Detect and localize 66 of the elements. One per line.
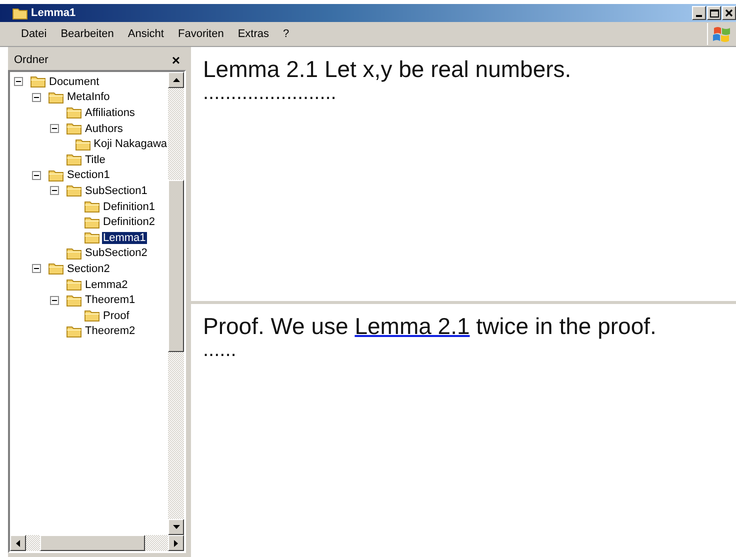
tree-item[interactable]: MetaInfo (66, 91, 111, 104)
menu-item[interactable]: ? (276, 28, 296, 40)
folder-icon (66, 184, 82, 198)
menu-item[interactable]: Ansicht (120, 28, 171, 40)
folder-icon (48, 262, 64, 276)
folder-icon (12, 6, 28, 20)
folder-icon (48, 90, 64, 104)
folder-icon (66, 122, 82, 136)
menu-item[interactable]: Bearbeiten (54, 28, 121, 40)
tree-item[interactable]: Title (84, 154, 106, 166)
menu-item[interactable]: Datei (14, 28, 54, 40)
tree-item[interactable]: Theorem1 (84, 294, 136, 306)
horizontal-scrollbar[interactable] (10, 535, 184, 551)
minimize-button[interactable] (692, 6, 706, 20)
window-title: Lemma1 (31, 7, 76, 19)
scroll-down-button[interactable] (168, 519, 184, 535)
tree-item[interactable]: Lemma2 (84, 278, 129, 291)
folder-icon (66, 153, 82, 166)
folder-icon (66, 106, 82, 120)
proof-text: Proof. We use Lemma 2.1 twice in the proof. (203, 312, 658, 340)
folder-icon (66, 246, 82, 260)
tree-item[interactable]: Document (48, 76, 100, 88)
up-arrow-icon (172, 78, 180, 82)
tree-item[interactable]: Affiliations (84, 106, 136, 119)
ellipsis-text: ...... (203, 340, 238, 360)
tree-item[interactable]: Section1 (66, 169, 111, 182)
scroll-left-button[interactable] (10, 535, 26, 551)
folder-icon (30, 75, 46, 88)
scrollbar-thumb[interactable] (40, 535, 145, 551)
tree-item[interactable]: Proof (102, 310, 130, 322)
tree-item[interactable]: Definition1 (102, 200, 156, 213)
vertical-scrollbar[interactable] (168, 72, 184, 535)
maximize-button[interactable] (707, 6, 721, 20)
left-arrow-icon (16, 540, 20, 546)
tree-item[interactable]: SubSection2 (84, 247, 148, 260)
menu-item[interactable]: Favoriten (170, 28, 231, 40)
scroll-right-button[interactable] (168, 535, 184, 551)
folder-icon (84, 216, 100, 229)
tree-item[interactable]: Lemma1 (102, 232, 147, 244)
folder-icon (66, 324, 82, 338)
folder-icon (66, 278, 82, 292)
tree-item[interactable]: Koji Nakagawa (92, 138, 168, 150)
tree-item[interactable]: Theorem2 (84, 325, 136, 338)
tree-item[interactable]: SubSection1 (84, 184, 148, 197)
folder-icon (74, 138, 91, 151)
scrollbar-thumb[interactable] (168, 180, 184, 352)
scroll-up-button[interactable] (168, 72, 184, 88)
tree-item[interactable]: Section2 (66, 262, 111, 275)
ellipsis-text: ........................ (203, 83, 338, 103)
close-icon (725, 9, 733, 17)
close-button[interactable] (722, 6, 736, 20)
close-button[interactable]: × (172, 53, 180, 67)
folder-icon (84, 200, 100, 214)
panel-title: Ordner (14, 54, 48, 66)
folder-icon (84, 309, 100, 322)
lemma-link[interactable]: Lemma 2.1 (354, 312, 470, 338)
right-arrow-icon (174, 540, 178, 546)
folder-icon (84, 231, 100, 244)
lemma-text: Lemma 2.1 Let x,y be real numbers. (203, 56, 572, 83)
tree-item[interactable]: Definition2 (102, 216, 156, 228)
tree-item[interactable]: Authors (84, 122, 124, 135)
maximize-icon (710, 8, 718, 18)
down-arrow-icon (172, 525, 180, 529)
folder-icon (66, 294, 82, 307)
menu-item[interactable]: Extras (230, 28, 276, 40)
folder-icon (48, 168, 64, 182)
